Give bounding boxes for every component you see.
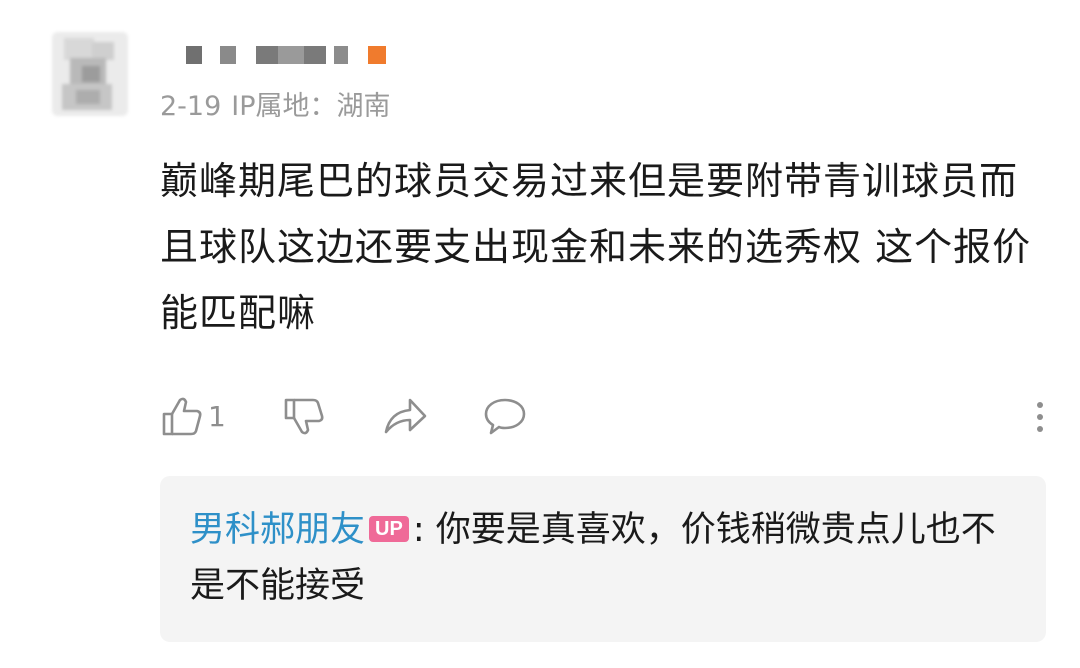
comment-meta: 2-19 IP属地：湖南 [160, 84, 401, 123]
comment-text: 巅峰期尾巴的球员交易过来但是要附带青训球员而且球队这边还要支出现金和未来的选秀权… [160, 159, 1032, 335]
reply-content: 男科郝朋友 UP: 你要是真喜欢，价钱稍微贵点儿也不是不能接受 [190, 502, 1020, 614]
comment-actions: 1 [160, 390, 1050, 442]
thumbs-down-icon [284, 398, 324, 435]
more-vertical-icon[interactable] [1030, 394, 1050, 438]
username-redacted[interactable] [186, 46, 396, 66]
up-badge: UP [369, 516, 409, 542]
reply-button[interactable] [482, 390, 528, 442]
comment-date: 2-19 [160, 91, 222, 122]
reply-preview[interactable]: 男科郝朋友 UP: 你要是真喜欢，价钱稍微贵点儿也不是不能接受 [160, 476, 1046, 642]
comment-icon [484, 398, 526, 435]
thumbs-up-icon [162, 397, 202, 436]
comment-page: 2-19 IP属地：湖南 巅峰期尾巴的球员交易过来但是要附带青训球员而且球队这边还… [0, 0, 1080, 668]
reply-separator: : [412, 510, 436, 550]
like-count: 1 [208, 399, 226, 433]
avatar[interactable] [52, 32, 128, 116]
ip-location: IP属地：湖南 [231, 91, 391, 122]
reply-author[interactable]: 男科郝朋友 [190, 510, 365, 550]
like-button[interactable]: 1 [160, 390, 226, 442]
share-button[interactable] [382, 390, 428, 442]
share-icon [384, 398, 427, 434]
dislike-button[interactable] [282, 390, 326, 442]
